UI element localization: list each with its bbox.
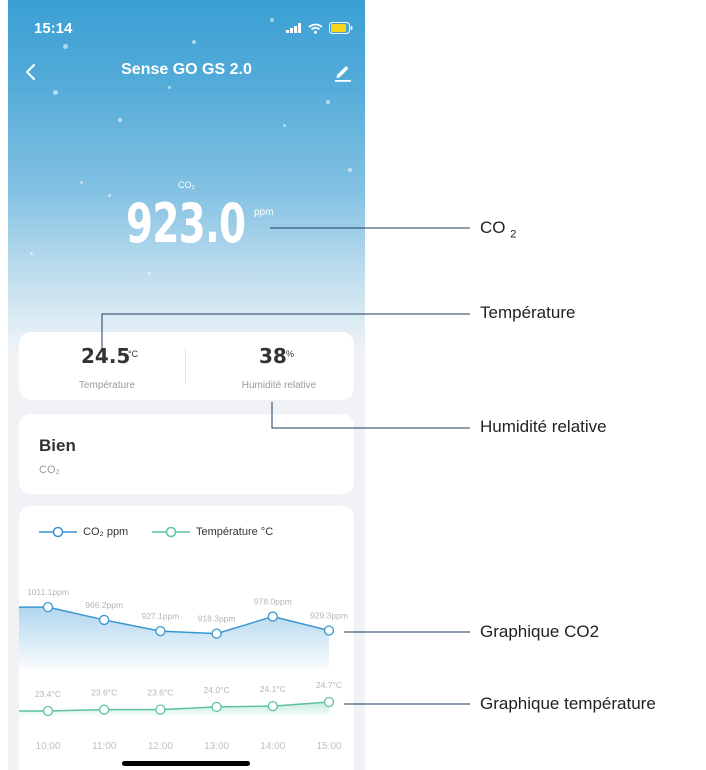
callout-co2: CO 2 bbox=[480, 218, 516, 240]
callout-temp-chart: Graphique température bbox=[480, 694, 656, 713]
callout-lines bbox=[101, 227, 470, 705]
callout-temperature: Température bbox=[480, 303, 576, 322]
callout-co2-chart: Graphique CO2 bbox=[480, 622, 600, 641]
callout-line-temperature bbox=[101, 313, 470, 348]
subscript-two: 2 bbox=[510, 228, 517, 241]
callout-line-humidity bbox=[271, 402, 470, 429]
callout-co2-text: CO bbox=[480, 218, 506, 237]
callout-humidity: Humidité relative bbox=[480, 417, 607, 436]
